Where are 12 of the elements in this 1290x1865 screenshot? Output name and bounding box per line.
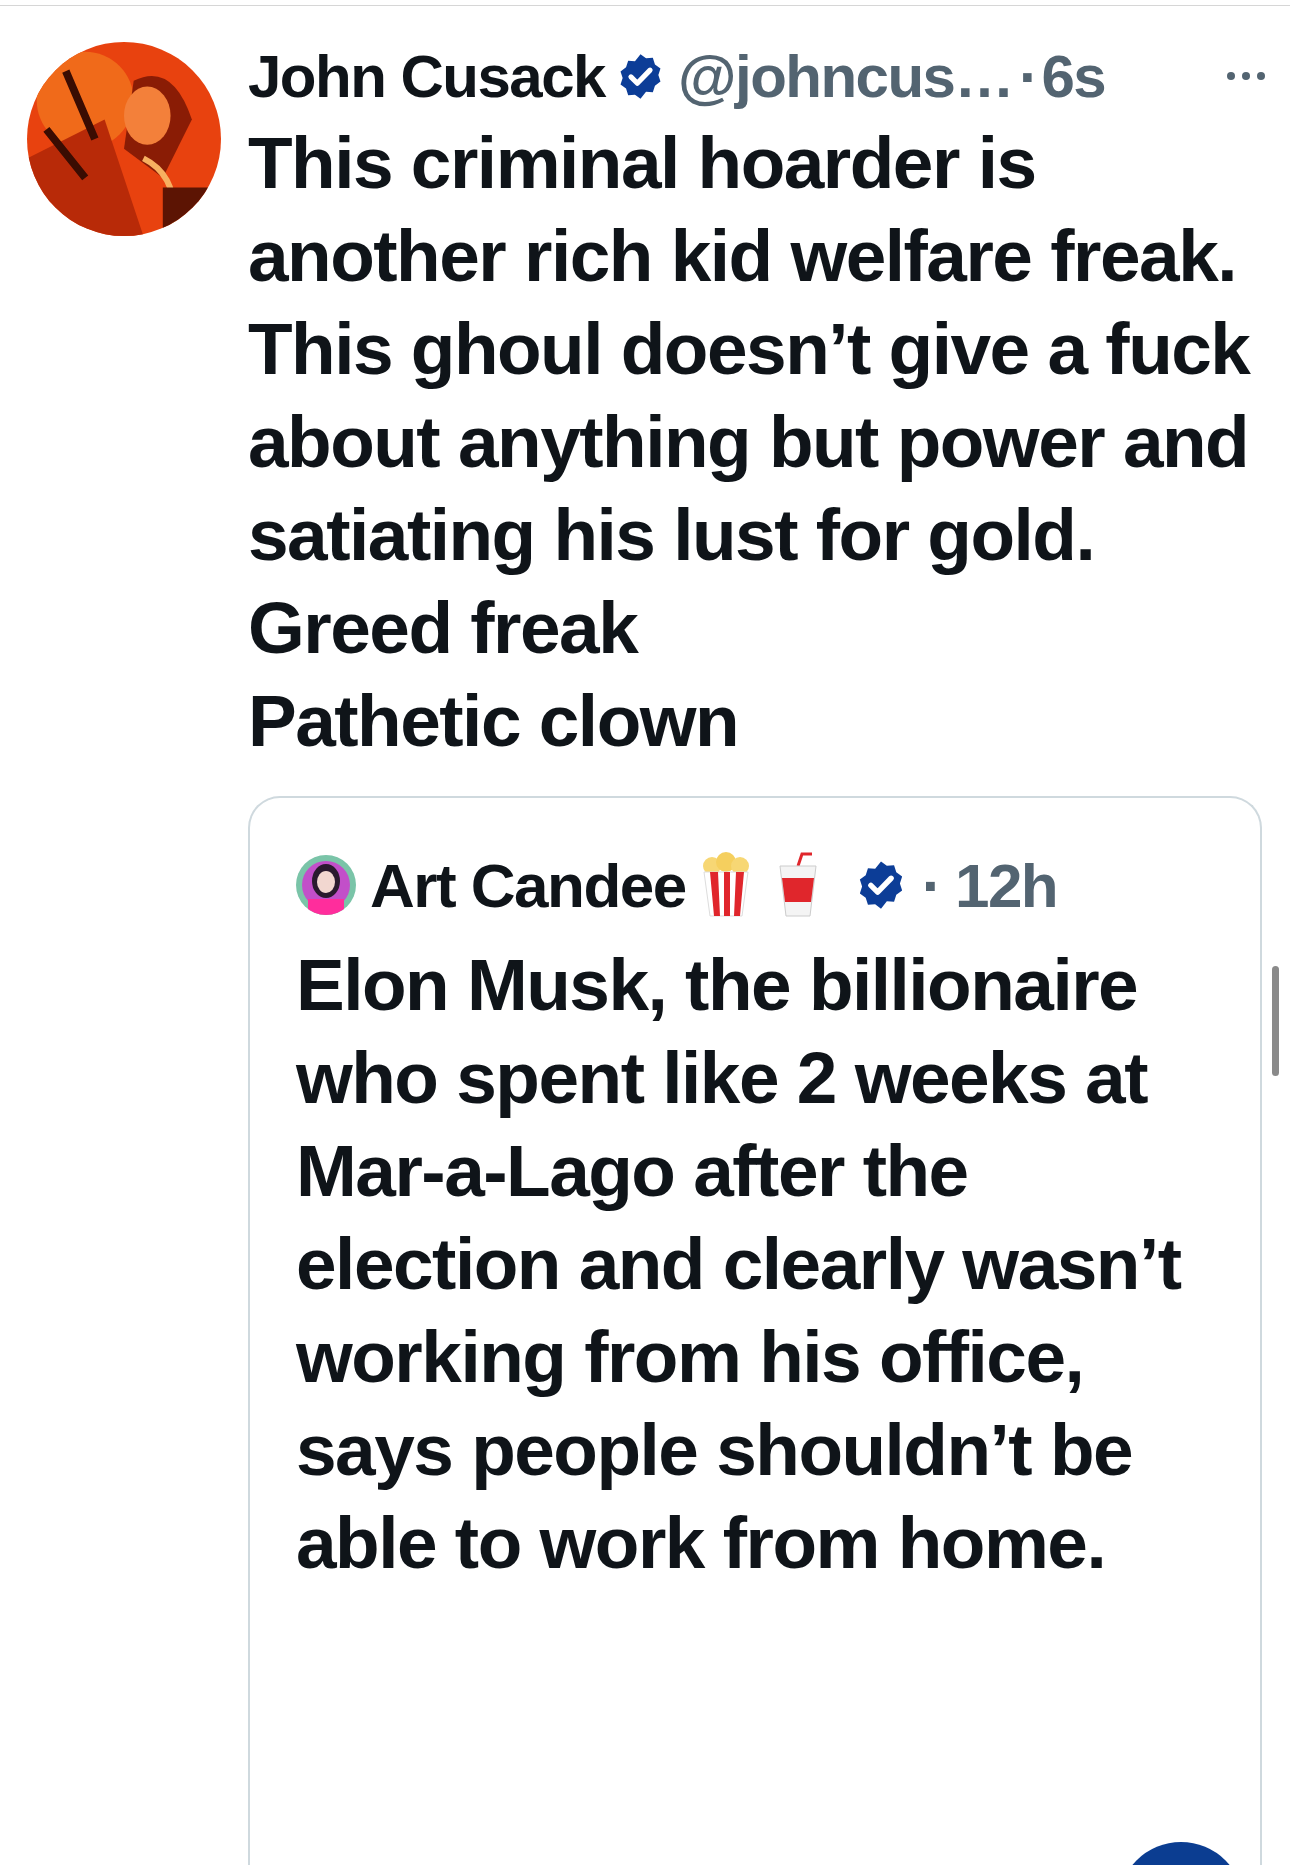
author-name[interactable]: Art Candee <box>370 849 686 921</box>
post-time[interactable]: 12h <box>954 849 1058 921</box>
quoted-post-text: Elon Musk, the billionaire who spent like 2 weeks at Mar-a-Lago after the election and clearly wasn’t working from his office, says people shouldn’t be able to work from home. <box>296 943 1183 1585</box>
author-name[interactable]: John Cusack <box>248 41 605 111</box>
separator-dot: · <box>921 849 941 921</box>
separator-dot: · <box>1018 41 1038 111</box>
author-handle[interactable]: @johncus… <box>677 41 1013 111</box>
more-icon[interactable] <box>1226 71 1266 81</box>
post-text: This criminal hoarder is another rich kid welfare freak. This ghoul doesn’t give a fuck about anything but power and satiating his lust for gold. Greed freak Pathetic clown <box>248 121 1252 763</box>
post-time[interactable]: 6s <box>1041 41 1106 111</box>
scrollbar[interactable] <box>1272 966 1279 1076</box>
quoted-post-card[interactable]: Art Candee · 12h Elon Musk, the billionaire who spent like 2 weeks at Mar-a-Lago after the election and clearly wasn’t working from his office, says people shouldn’t be able to work from home. <box>248 796 1262 1865</box>
